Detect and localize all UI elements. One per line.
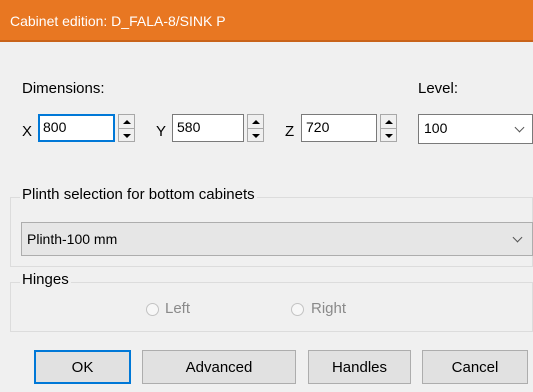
spin-up-icon[interactable]: [119, 115, 134, 128]
dimension-y-input[interactable]: 580: [172, 114, 244, 142]
cancel-button[interactable]: Cancel: [422, 350, 528, 384]
hinge-left-label: Left: [165, 300, 191, 317]
plinth-dropdown[interactable]: Plinth-100 mm: [21, 222, 533, 256]
hinge-left-radio[interactable]: [146, 303, 159, 316]
spin-down-icon[interactable]: [381, 128, 396, 142]
dimension-y-spinner[interactable]: [247, 114, 264, 142]
x-axis-label: X: [22, 123, 33, 140]
level-label: Level:: [418, 80, 459, 97]
ok-button[interactable]: OK: [34, 350, 131, 384]
spin-up-icon[interactable]: [381, 115, 396, 128]
chevron-down-icon: [512, 232, 523, 243]
hinge-right-label: Right: [311, 300, 347, 317]
spin-down-icon[interactable]: [119, 128, 134, 142]
spin-up-icon[interactable]: [248, 115, 263, 128]
y-axis-label: Y: [156, 123, 167, 140]
hinges-group: [10, 282, 533, 332]
plinth-group-label: Plinth selection for bottom cabinets: [20, 186, 257, 203]
level-dropdown[interactable]: 100: [418, 114, 533, 144]
hinges-group-label: Hinges: [20, 271, 71, 288]
level-value: 100: [424, 120, 448, 136]
handles-button[interactable]: Handles: [308, 350, 411, 384]
dimension-z-input[interactable]: 720: [301, 114, 377, 142]
hinge-right-radio[interactable]: [291, 303, 304, 316]
dimension-z-spinner[interactable]: [380, 114, 397, 142]
plinth-value: Plinth-100 mm: [27, 231, 118, 247]
dimensions-label: Dimensions:: [22, 80, 105, 97]
window-title: Cabinet edition: D_FALA-8/SINK P: [10, 13, 226, 29]
dimension-x-input[interactable]: 800: [38, 114, 115, 142]
title-bar: Cabinet edition: D_FALA-8/SINK P: [0, 0, 533, 42]
spin-down-icon[interactable]: [248, 128, 263, 142]
dimension-x-spinner[interactable]: [118, 114, 135, 142]
z-axis-label: Z: [285, 123, 295, 140]
chevron-down-icon: [514, 122, 525, 133]
advanced-button[interactable]: Advanced: [142, 350, 296, 384]
